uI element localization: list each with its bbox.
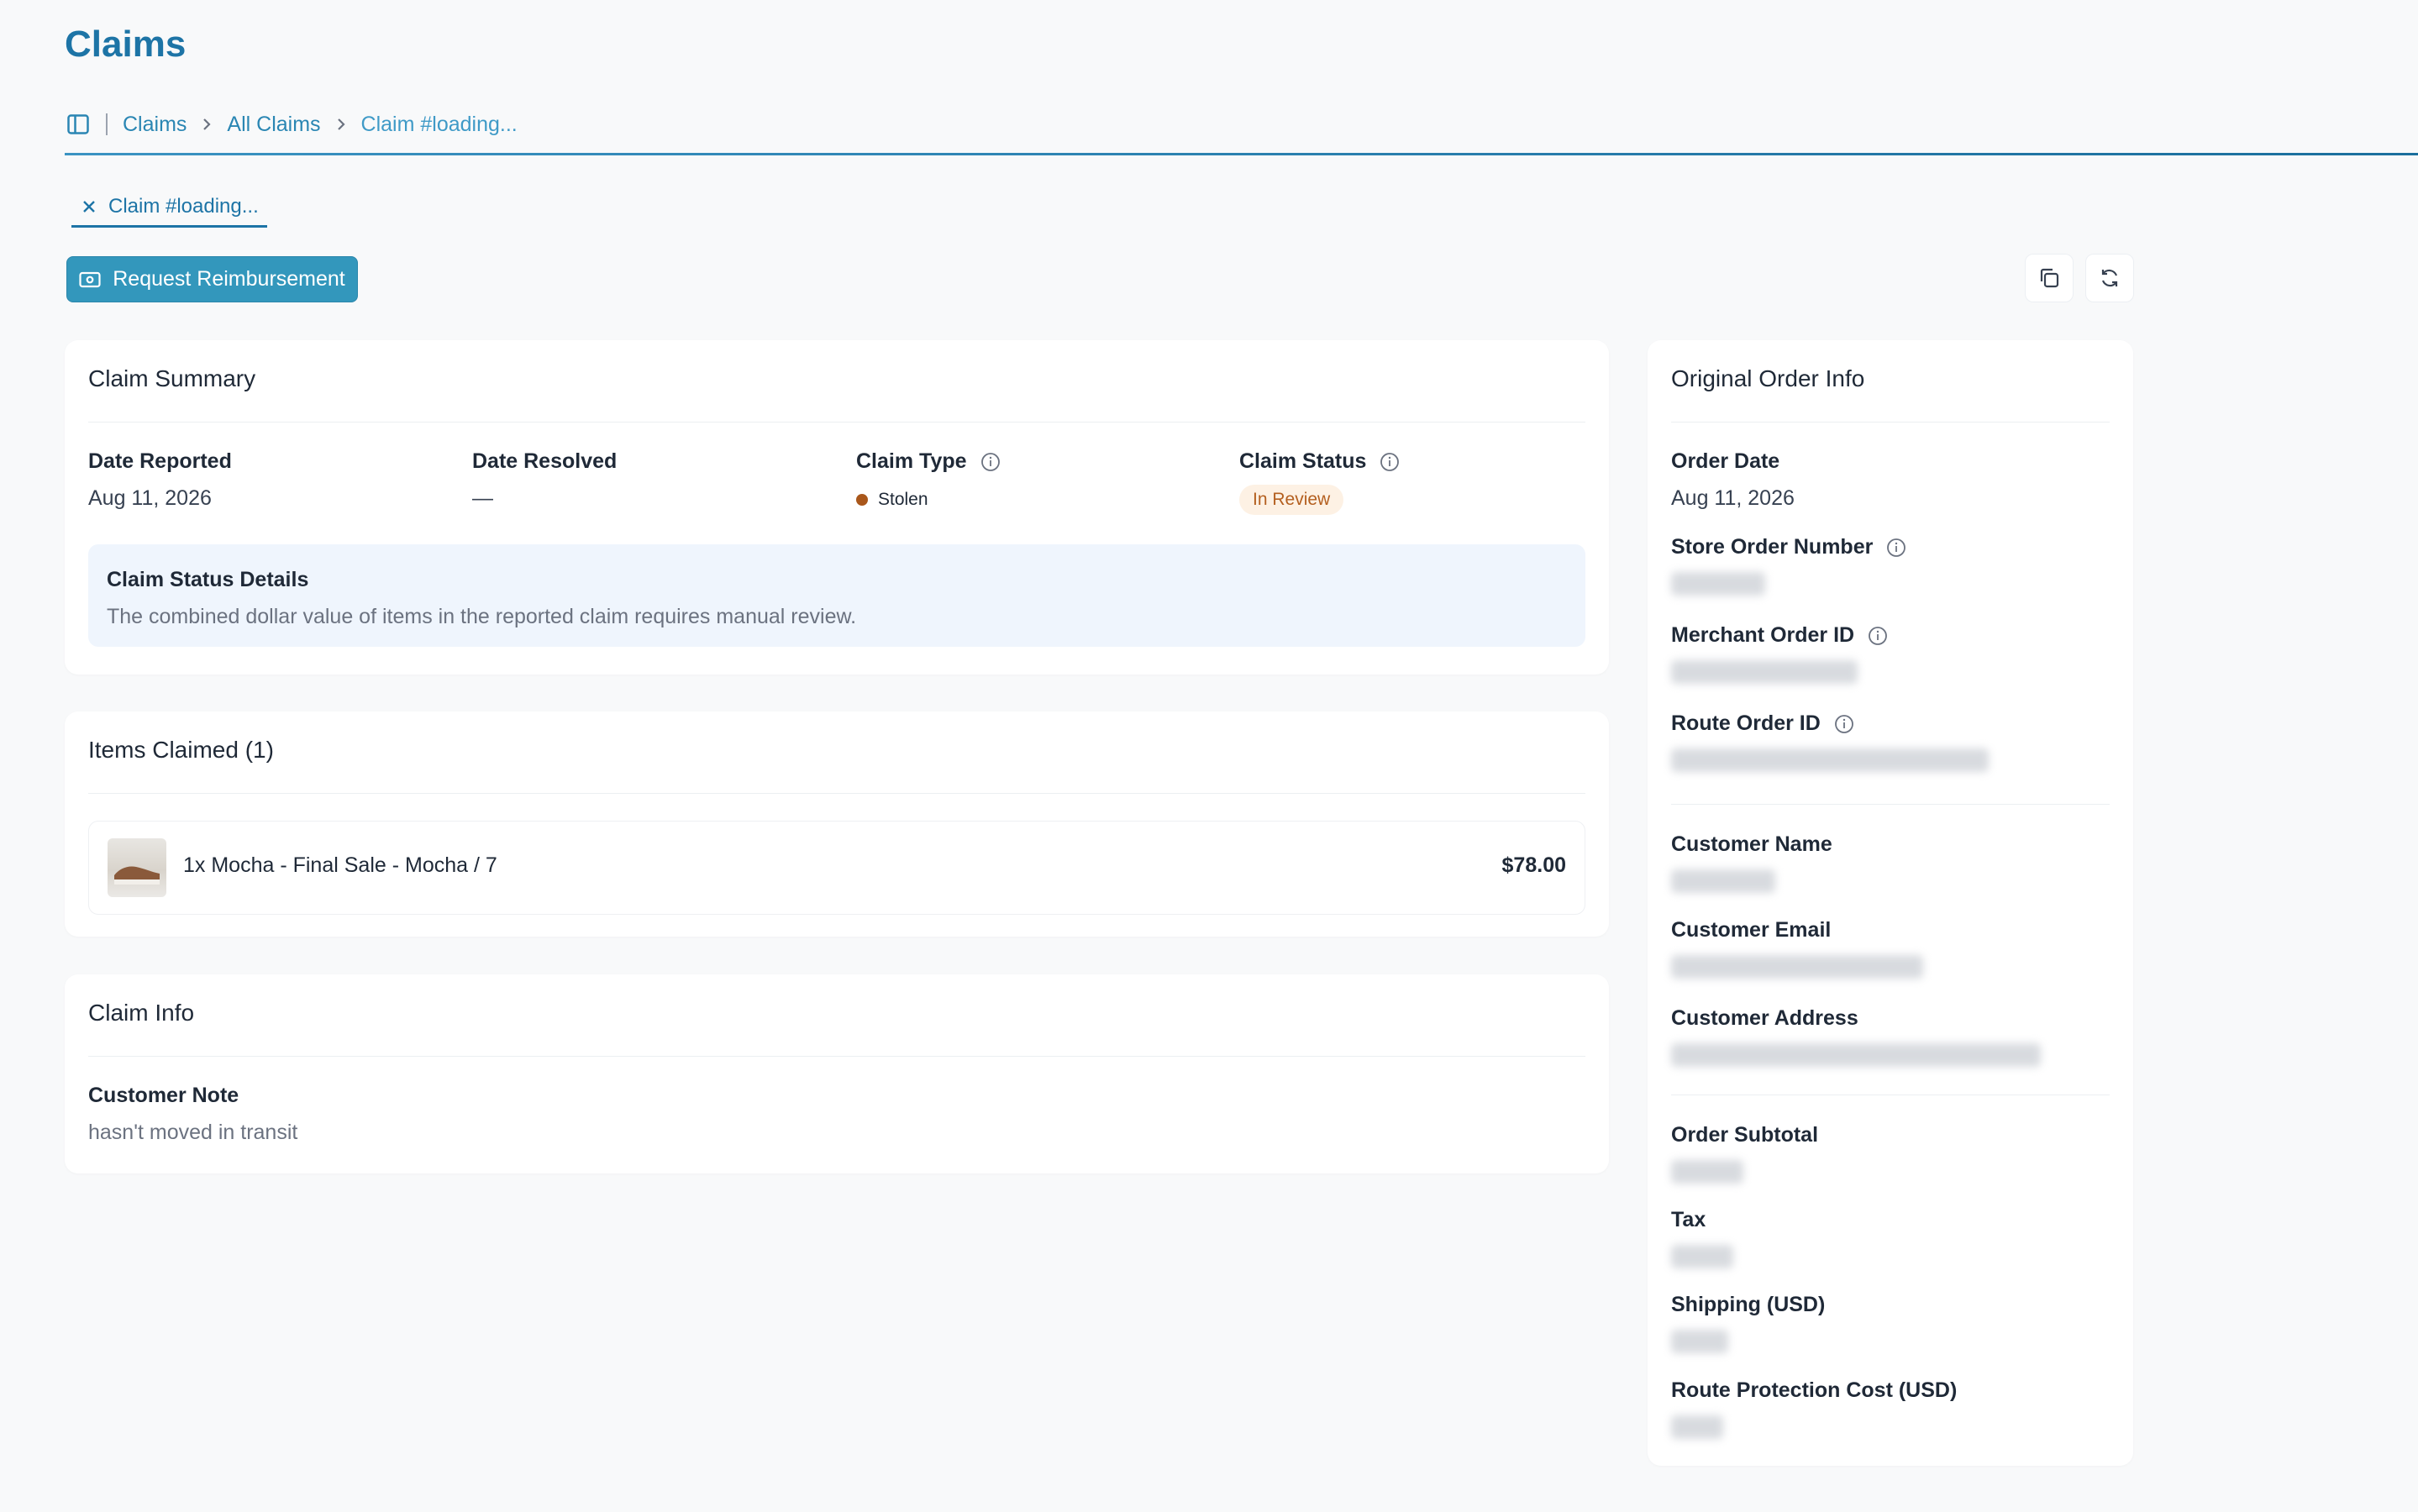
- date-reported-value: Aug 11, 2026: [88, 486, 212, 510]
- claim-type-value-group: Stolen: [856, 490, 928, 510]
- customer-note-value: hasn't moved in transit: [88, 1121, 298, 1144]
- refresh-icon: [2098, 266, 2121, 290]
- customer-address-label: Customer Address: [1671, 1006, 1858, 1030]
- status-dot: [856, 494, 868, 506]
- date-resolved-label: Date Resolved: [472, 449, 618, 473]
- route-protection-cost-label: Route Protection Cost (USD): [1671, 1378, 1958, 1402]
- info-icon[interactable]: [1886, 538, 1906, 558]
- page-title: Claims: [65, 24, 187, 65]
- card-divider: [88, 793, 1585, 794]
- product-thumbnail: [108, 838, 166, 897]
- info-icon[interactable]: [1868, 626, 1888, 646]
- order-date-label: Order Date: [1671, 449, 1780, 473]
- breadcrumb-divider: [106, 113, 108, 135]
- header-divider: [65, 153, 2418, 155]
- copy-icon: [2037, 266, 2061, 290]
- redacted-value: [1671, 1160, 1743, 1184]
- list-item[interactable]: 1x Mocha - Final Sale - Mocha / 7 $78.00: [88, 821, 1585, 915]
- date-reported-label: Date Reported: [88, 449, 232, 473]
- cash-icon: [79, 271, 101, 288]
- claim-status-details-title: Claim Status Details: [107, 568, 309, 591]
- info-icon[interactable]: [980, 452, 1001, 472]
- breadcrumb-current-claim[interactable]: Claim #loading...: [361, 113, 518, 137]
- merchant-order-id-label: Merchant Order ID: [1671, 623, 1855, 647]
- route-order-id-label: Route Order ID: [1671, 711, 1821, 735]
- customer-note-label: Customer Note: [88, 1084, 239, 1107]
- tab-claim[interactable]: Claim #loading...: [71, 192, 267, 228]
- refresh-button[interactable]: [2085, 254, 2134, 302]
- request-reimbursement-label: Request Reimbursement: [113, 267, 345, 291]
- request-reimbursement-button[interactable]: Request Reimbursement: [66, 256, 358, 302]
- breadcrumb-claims[interactable]: Claims: [123, 113, 187, 137]
- claim-type-value: Stolen: [878, 490, 928, 509]
- redacted-value: [1671, 1043, 2041, 1067]
- info-icon[interactable]: [1834, 714, 1854, 734]
- items-claimed-title: Items Claimed (1): [88, 737, 274, 763]
- customer-name-label: Customer Name: [1671, 832, 1832, 856]
- claim-status-label-group: Claim Status: [1239, 449, 1400, 474]
- claim-status-details-text: The combined dollar value of items in th…: [107, 605, 857, 628]
- card-divider: [1671, 422, 2110, 423]
- redacted-value: [1671, 955, 1923, 979]
- item-price: $78.00: [1501, 853, 1566, 877]
- chevron-right-icon: [202, 117, 212, 132]
- status-badge: In Review: [1239, 485, 1344, 515]
- redacted-value: [1671, 572, 1765, 596]
- card-divider: [1671, 804, 2110, 805]
- claim-status-label: Claim Status: [1239, 449, 1367, 473]
- claim-status-details: Claim Status Details The combined dollar…: [88, 544, 1585, 647]
- card-divider: [88, 1056, 1585, 1057]
- shipping-label: Shipping (USD): [1671, 1293, 1826, 1316]
- date-resolved-value: —: [472, 486, 493, 510]
- chevron-right-icon: [336, 117, 346, 132]
- copy-button[interactable]: [2025, 254, 2074, 302]
- claim-summary-title: Claim Summary: [88, 365, 256, 391]
- original-order-info-title: Original Order Info: [1671, 365, 1865, 391]
- redacted-value: [1671, 1415, 1723, 1439]
- card-divider: [88, 422, 1585, 423]
- store-order-number-label: Store Order Number: [1671, 535, 1874, 559]
- order-date-value: Aug 11, 2026: [1671, 486, 1795, 510]
- redacted-value: [1671, 1245, 1733, 1268]
- store-order-number-label-group: Store Order Number: [1671, 535, 1906, 559]
- item-name: 1x Mocha - Final Sale - Mocha / 7: [183, 853, 497, 877]
- claim-summary-card: Claim Summary Date Reported Aug 11, 2026…: [65, 340, 1609, 675]
- tax-label: Tax: [1671, 1208, 1706, 1231]
- redacted-value: [1671, 869, 1775, 893]
- items-claimed-card: Items Claimed (1) 1x Mocha - Final Sale …: [65, 711, 1609, 937]
- sidebar-toggle-icon[interactable]: [67, 113, 91, 135]
- merchant-order-id-label-group: Merchant Order ID: [1671, 623, 1888, 648]
- breadcrumb: Claims All Claims Claim #loading...: [67, 108, 518, 141]
- redacted-value: [1671, 660, 1858, 684]
- claim-type-label-group: Claim Type: [856, 449, 1001, 474]
- claim-type-label: Claim Type: [856, 449, 967, 473]
- claim-info-card: Claim Info Customer Note hasn't moved in…: [65, 974, 1609, 1173]
- original-order-info-card: Original Order Info Order Date Aug 11, 2…: [1648, 340, 2133, 1466]
- redacted-value: [1671, 1330, 1728, 1353]
- route-order-id-label-group: Route Order ID: [1671, 711, 1854, 736]
- info-icon[interactable]: [1380, 452, 1400, 472]
- order-subtotal-label: Order Subtotal: [1671, 1123, 1819, 1147]
- customer-email-label: Customer Email: [1671, 918, 1832, 942]
- close-icon[interactable]: [81, 199, 97, 214]
- tab-label: Claim #loading...: [108, 195, 259, 218]
- breadcrumb-all-claims[interactable]: All Claims: [227, 113, 320, 137]
- claim-info-title: Claim Info: [88, 1000, 195, 1026]
- redacted-value: [1671, 748, 1989, 772]
